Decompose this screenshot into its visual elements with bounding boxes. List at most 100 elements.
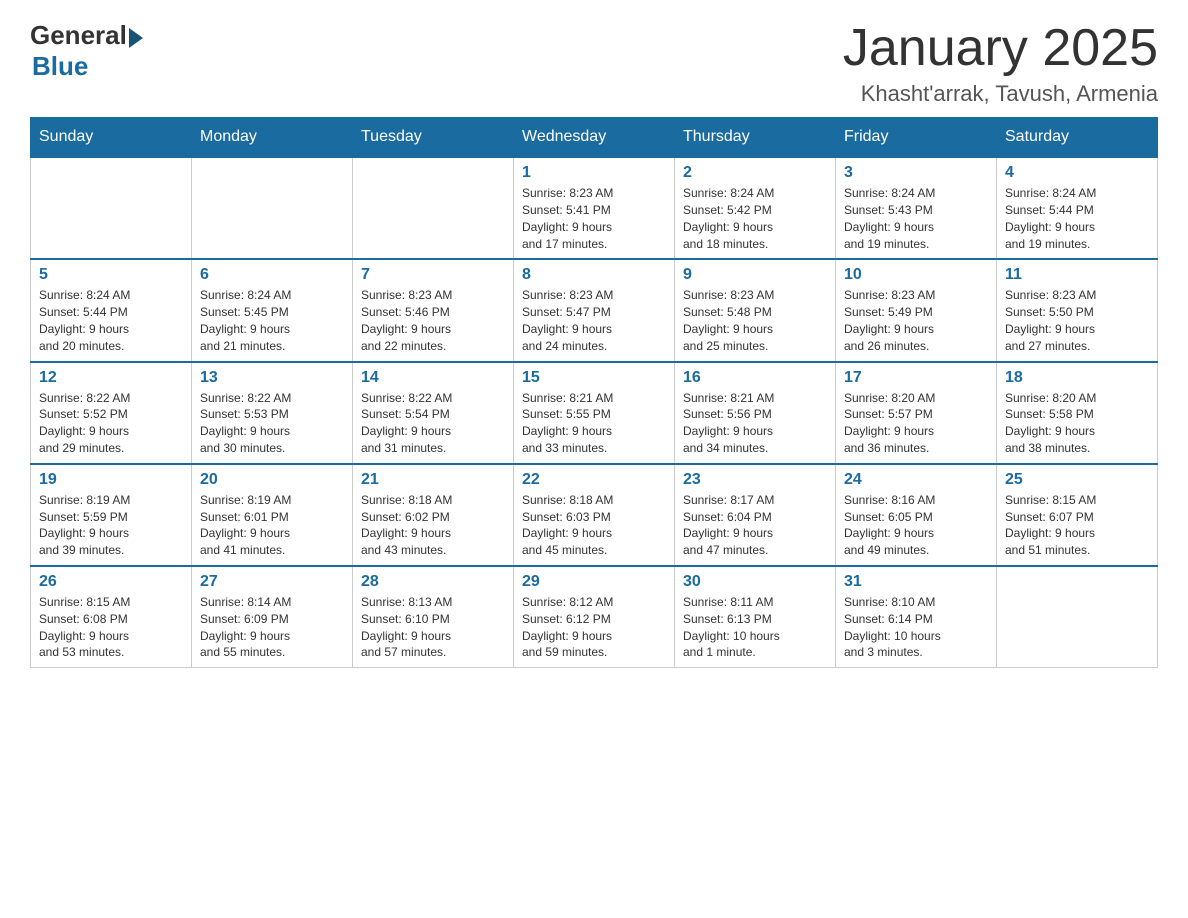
day-number: 23	[683, 471, 827, 489]
day-number: 28	[361, 573, 505, 591]
day-number: 25	[1005, 471, 1149, 489]
calendar-cell: 21 Sunrise: 8:18 AMSunset: 6:02 PMDayligh…	[353, 464, 514, 566]
day-info: Sunrise: 8:24 AMSunset: 5:45 PMDaylight:…	[200, 287, 344, 354]
calendar-cell: 23 Sunrise: 8:17 AMSunset: 6:04 PMDayligh…	[675, 464, 836, 566]
calendar-cell: 3Sunrise: 8:24 AMSunset: 5:43 PMDaylight…	[836, 157, 997, 259]
calendar-week-row: 1 Sunrise: 8:23 AMSunset: 5:41 PMDaylight…	[31, 157, 1158, 259]
day-number: 6	[200, 266, 344, 284]
day-number: 17	[844, 369, 988, 387]
calendar-cell: 1 Sunrise: 8:23 AMSunset: 5:41 PMDaylight…	[514, 157, 675, 259]
calendar-cell: 13 Sunrise: 8:22 AMSunset: 5:53 PMDayligh…	[192, 362, 353, 464]
calendar-cell: 31Sunrise: 8:10 AMSunset: 6:14 PMDayligh…	[836, 566, 997, 668]
calendar-cell: 27Sunrise: 8:14 AMSunset: 6:09 PMDayligh…	[192, 566, 353, 668]
calendar-week-row: 12 Sunrise: 8:22 AMSunset: 5:52 PMDayligh…	[31, 362, 1158, 464]
logo-arrow-icon	[129, 28, 143, 48]
day-info: Sunrise: 8:21 AMSunset: 5:55 PMDaylight:…	[522, 390, 666, 457]
logo: General Blue	[30, 20, 143, 82]
calendar-cell: 6 Sunrise: 8:24 AMSunset: 5:45 PMDaylight…	[192, 259, 353, 361]
calendar-cell: 30Sunrise: 8:11 AMSunset: 6:13 PMDayligh…	[675, 566, 836, 668]
calendar-cell: 7Sunrise: 8:23 AMSunset: 5:46 PMDaylight…	[353, 259, 514, 361]
day-number: 4	[1005, 164, 1149, 182]
calendar-cell: 15 Sunrise: 8:21 AMSunset: 5:55 PMDayligh…	[514, 362, 675, 464]
day-info: Sunrise: 8:17 AMSunset: 6:04 PMDaylight:…	[683, 492, 827, 559]
day-info: Sunrise: 8:10 AMSunset: 6:14 PMDaylight:…	[844, 594, 988, 661]
day-number: 21	[361, 471, 505, 489]
day-info: Sunrise: 8:22 AMSunset: 5:54 PMDaylight:…	[361, 390, 505, 457]
calendar-cell: 5 Sunrise: 8:24 AMSunset: 5:44 PMDaylight…	[31, 259, 192, 361]
day-number: 26	[39, 573, 183, 591]
day-info: Sunrise: 8:19 AMSunset: 6:01 PMDaylight:…	[200, 492, 344, 559]
day-number: 8	[522, 266, 666, 284]
calendar-week-row: 26 Sunrise: 8:15 AMSunset: 6:08 PMDayligh…	[31, 566, 1158, 668]
day-number: 11	[1005, 266, 1149, 284]
day-info: Sunrise: 8:21 AMSunset: 5:56 PMDaylight:…	[683, 390, 827, 457]
calendar-cell: 4 Sunrise: 8:24 AMSunset: 5:44 PMDaylight…	[997, 157, 1158, 259]
day-info: Sunrise: 8:24 AMSunset: 5:44 PMDaylight:…	[1005, 185, 1149, 252]
calendar-week-row: 5 Sunrise: 8:24 AMSunset: 5:44 PMDaylight…	[31, 259, 1158, 361]
day-info: Sunrise: 8:24 AMSunset: 5:44 PMDaylight:…	[39, 287, 183, 354]
day-of-week-header: Monday	[192, 118, 353, 158]
day-info: Sunrise: 8:20 AMSunset: 5:57 PMDaylight:…	[844, 390, 988, 457]
day-info: Sunrise: 8:22 AMSunset: 5:52 PMDaylight:…	[39, 390, 183, 457]
day-info: Sunrise: 8:16 AMSunset: 6:05 PMDaylight:…	[844, 492, 988, 559]
day-number: 14	[361, 369, 505, 387]
day-info: Sunrise: 8:23 AMSunset: 5:49 PMDaylight:…	[844, 287, 988, 354]
day-info: Sunrise: 8:11 AMSunset: 6:13 PMDaylight:…	[683, 594, 827, 661]
calendar-cell: 12 Sunrise: 8:22 AMSunset: 5:52 PMDayligh…	[31, 362, 192, 464]
calendar-cell: 18 Sunrise: 8:20 AMSunset: 5:58 PMDayligh…	[997, 362, 1158, 464]
day-of-week-header: Thursday	[675, 118, 836, 158]
day-of-week-header: Tuesday	[353, 118, 514, 158]
day-info: Sunrise: 8:23 AMSunset: 5:41 PMDaylight:…	[522, 185, 666, 252]
day-info: Sunrise: 8:24 AMSunset: 5:42 PMDaylight:…	[683, 185, 827, 252]
calendar-week-row: 19 Sunrise: 8:19 AMSunset: 5:59 PMDayligh…	[31, 464, 1158, 566]
calendar-cell: 28 Sunrise: 8:13 AMSunset: 6:10 PMDayligh…	[353, 566, 514, 668]
calendar-cell: 26 Sunrise: 8:15 AMSunset: 6:08 PMDayligh…	[31, 566, 192, 668]
day-info: Sunrise: 8:22 AMSunset: 5:53 PMDaylight:…	[200, 390, 344, 457]
day-info: Sunrise: 8:20 AMSunset: 5:58 PMDaylight:…	[1005, 390, 1149, 457]
calendar-cell: 11Sunrise: 8:23 AMSunset: 5:50 PMDayligh…	[997, 259, 1158, 361]
day-number: 12	[39, 369, 183, 387]
day-number: 29	[522, 573, 666, 591]
day-info: Sunrise: 8:23 AMSunset: 5:48 PMDaylight:…	[683, 287, 827, 354]
day-number: 2	[683, 164, 827, 182]
day-info: Sunrise: 8:23 AMSunset: 5:46 PMDaylight:…	[361, 287, 505, 354]
calendar-header-row: SundayMondayTuesdayWednesdayThursdayFrid…	[31, 118, 1158, 158]
calendar-cell: 17 Sunrise: 8:20 AMSunset: 5:57 PMDayligh…	[836, 362, 997, 464]
day-info: Sunrise: 8:18 AMSunset: 6:02 PMDaylight:…	[361, 492, 505, 559]
logo-general-text: General	[30, 20, 127, 51]
calendar-cell: 8 Sunrise: 8:23 AMSunset: 5:47 PMDaylight…	[514, 259, 675, 361]
day-info: Sunrise: 8:24 AMSunset: 5:43 PMDaylight:…	[844, 185, 988, 252]
day-number: 19	[39, 471, 183, 489]
calendar-cell: 10Sunrise: 8:23 AMSunset: 5:49 PMDayligh…	[836, 259, 997, 361]
calendar-cell: 19 Sunrise: 8:19 AMSunset: 5:59 PMDayligh…	[31, 464, 192, 566]
day-number: 5	[39, 266, 183, 284]
day-number: 1	[522, 164, 666, 182]
day-info: Sunrise: 8:13 AMSunset: 6:10 PMDaylight:…	[361, 594, 505, 661]
day-of-week-header: Wednesday	[514, 118, 675, 158]
title-section: January 2025 Khasht'arrak, Tavush, Armen…	[843, 20, 1158, 107]
calendar-cell: 16 Sunrise: 8:21 AMSunset: 5:56 PMDayligh…	[675, 362, 836, 464]
day-of-week-header: Saturday	[997, 118, 1158, 158]
day-of-week-header: Friday	[836, 118, 997, 158]
calendar-cell: 29 Sunrise: 8:12 AMSunset: 6:12 PMDayligh…	[514, 566, 675, 668]
calendar-cell: 2 Sunrise: 8:24 AMSunset: 5:42 PMDaylight…	[675, 157, 836, 259]
calendar-cell: 25 Sunrise: 8:15 AMSunset: 6:07 PMDayligh…	[997, 464, 1158, 566]
day-number: 13	[200, 369, 344, 387]
day-number: 18	[1005, 369, 1149, 387]
day-info: Sunrise: 8:12 AMSunset: 6:12 PMDaylight:…	[522, 594, 666, 661]
calendar-cell: 14 Sunrise: 8:22 AMSunset: 5:54 PMDayligh…	[353, 362, 514, 464]
logo-blue-text: Blue	[32, 51, 88, 82]
day-info: Sunrise: 8:15 AMSunset: 6:08 PMDaylight:…	[39, 594, 183, 661]
day-info: Sunrise: 8:19 AMSunset: 5:59 PMDaylight:…	[39, 492, 183, 559]
day-number: 16	[683, 369, 827, 387]
day-info: Sunrise: 8:23 AMSunset: 5:47 PMDaylight:…	[522, 287, 666, 354]
calendar-cell	[997, 566, 1158, 668]
month-title: January 2025	[843, 20, 1158, 77]
calendar-cell: 22Sunrise: 8:18 AMSunset: 6:03 PMDayligh…	[514, 464, 675, 566]
calendar-cell	[31, 157, 192, 259]
calendar-table: SundayMondayTuesdayWednesdayThursdayFrid…	[30, 117, 1158, 668]
day-number: 20	[200, 471, 344, 489]
day-info: Sunrise: 8:15 AMSunset: 6:07 PMDaylight:…	[1005, 492, 1149, 559]
calendar-cell: 9Sunrise: 8:23 AMSunset: 5:48 PMDaylight…	[675, 259, 836, 361]
day-number: 15	[522, 369, 666, 387]
